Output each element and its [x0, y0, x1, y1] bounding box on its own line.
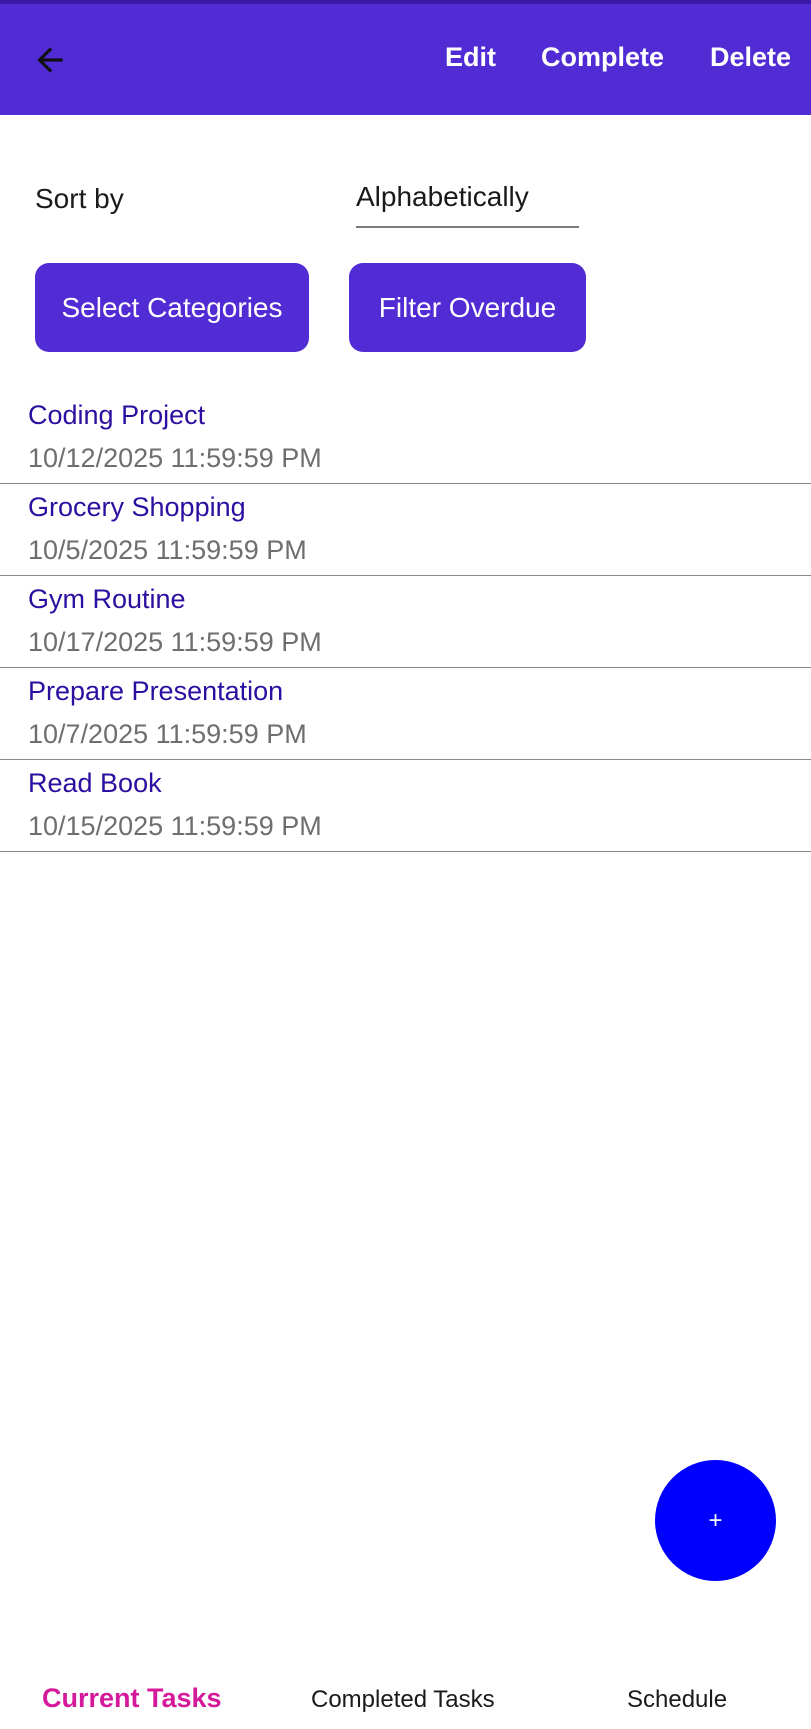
sort-picker-value: Alphabetically: [356, 181, 529, 212]
app-root: Edit Complete Delete Sort by Alphabetica…: [0, 0, 811, 1729]
task-due-date: 10/17/2025 11:59:59 PM: [28, 627, 322, 657]
tab-current-tasks[interactable]: Current Tasks: [42, 1683, 222, 1714]
task-row[interactable]: Prepare Presentation 10/7/2025 11:59:59 …: [0, 668, 811, 760]
tab-completed-tasks[interactable]: Completed Tasks: [311, 1686, 495, 1714]
delete-button[interactable]: Delete: [710, 42, 791, 73]
task-title: Grocery Shopping: [28, 492, 246, 522]
task-due-date: 10/5/2025 11:59:59 PM: [28, 535, 307, 565]
task-due-date: 10/12/2025 11:59:59 PM: [28, 443, 322, 473]
task-title: Read Book: [28, 768, 162, 798]
select-categories-button[interactable]: Select Categories: [35, 263, 309, 352]
tab-schedule[interactable]: Schedule: [627, 1686, 727, 1714]
task-due-date: 10/7/2025 11:59:59 PM: [28, 719, 307, 749]
filter-overdue-button[interactable]: Filter Overdue: [349, 263, 586, 352]
bottom-tab-bar: Current Tasks Completed Tasks Schedule: [0, 1660, 811, 1729]
task-row[interactable]: Gym Routine 10/17/2025 11:59:59 PM: [0, 576, 811, 668]
task-row[interactable]: Coding Project 10/12/2025 11:59:59 PM: [0, 392, 811, 484]
sort-picker[interactable]: Alphabetically: [356, 176, 579, 228]
task-row[interactable]: Grocery Shopping 10/5/2025 11:59:59 PM: [0, 484, 811, 576]
sort-label: Sort by: [35, 183, 124, 214]
task-title: Coding Project: [28, 400, 206, 430]
back-button[interactable]: [22, 32, 78, 88]
task-due-date: 10/15/2025 11:59:59 PM: [28, 811, 322, 841]
top-app-bar: Edit Complete Delete: [0, 0, 811, 115]
task-title: Gym Routine: [28, 584, 186, 614]
task-list: Coding Project 10/12/2025 11:59:59 PM Gr…: [0, 392, 811, 852]
task-title: Prepare Presentation: [28, 676, 284, 706]
task-row[interactable]: Read Book 10/15/2025 11:59:59 PM: [0, 760, 811, 852]
complete-button[interactable]: Complete: [541, 42, 664, 73]
arrow-left-icon: [37, 47, 63, 73]
plus-icon: +: [708, 1506, 723, 1534]
add-task-button[interactable]: +: [655, 1460, 776, 1581]
edit-button[interactable]: Edit: [445, 42, 496, 73]
